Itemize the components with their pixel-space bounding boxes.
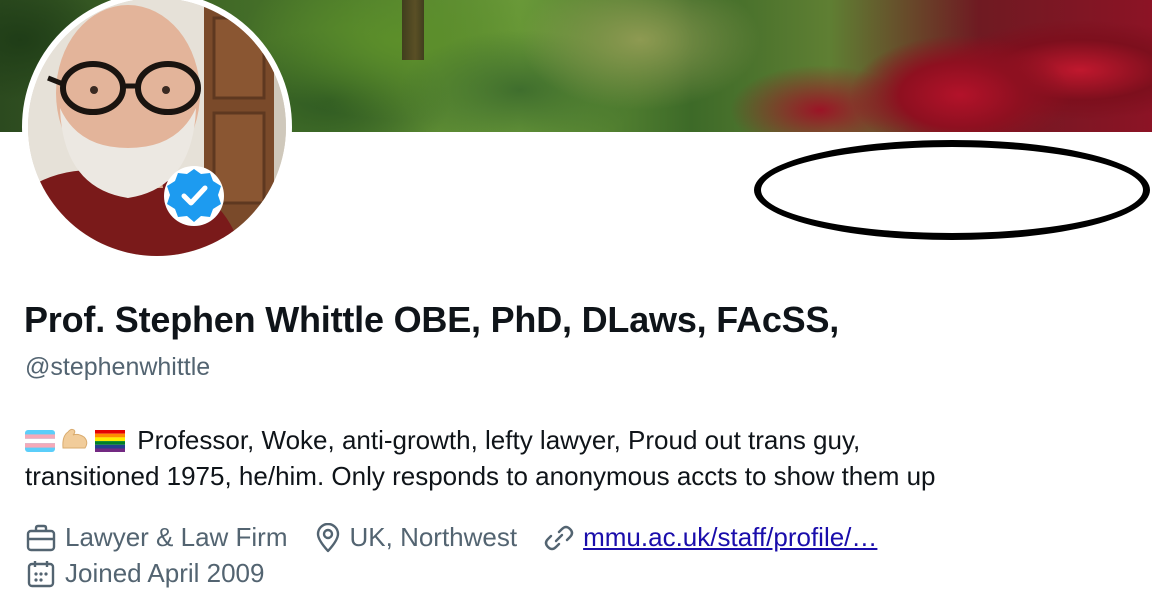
location-item: UK, Northwest — [314, 522, 518, 553]
joined-item: Joined April 2009 — [25, 558, 264, 589]
profile-avatar[interactable] — [22, 0, 292, 262]
location-label: UK, Northwest — [349, 522, 518, 552]
rainbow-flag-icon — [95, 430, 125, 452]
calendar-icon — [27, 560, 55, 587]
joined-row: Joined April 2009 — [25, 558, 290, 589]
category-label: Lawyer & Law Firm — [65, 522, 288, 552]
bio-line-1: Professor, Woke, anti-growth, lefty lawy… — [25, 422, 1135, 458]
link-icon — [544, 525, 574, 550]
category-item: Lawyer & Law Firm — [25, 522, 288, 553]
bio-line-2: transitioned 1975, he/him. Only responds… — [25, 461, 936, 491]
user-handle: @stephenwhittle — [25, 353, 211, 381]
drawn-oval-annotation — [754, 140, 1150, 240]
profile-bio: Professor, Woke, anti-growth, lefty lawy… — [25, 422, 1135, 494]
display-name: Prof. Stephen Whittle OBE, PhD, DLaws, F… — [24, 299, 840, 340]
avatar-photo — [28, 0, 286, 256]
banner-tree-trunk — [402, 0, 424, 60]
website-item[interactable]: mmu.ac.uk/staff/profile/… — [543, 522, 877, 553]
website-link[interactable]: mmu.ac.uk/staff/profile/… — [583, 522, 877, 553]
flexed-biceps-icon — [62, 428, 88, 449]
joined-date: Joined April 2009 — [65, 558, 265, 588]
briefcase-icon — [26, 524, 56, 551]
location-pin-icon — [316, 522, 339, 552]
bio-text-1: Professor, Woke, anti-growth, lefty lawy… — [137, 425, 861, 455]
transgender-flag-icon — [25, 430, 55, 452]
profile-meta-row: Lawyer & Law Firm UK, Northwest mmu.ac.u… — [25, 522, 903, 553]
verified-badge-icon — [164, 166, 224, 226]
